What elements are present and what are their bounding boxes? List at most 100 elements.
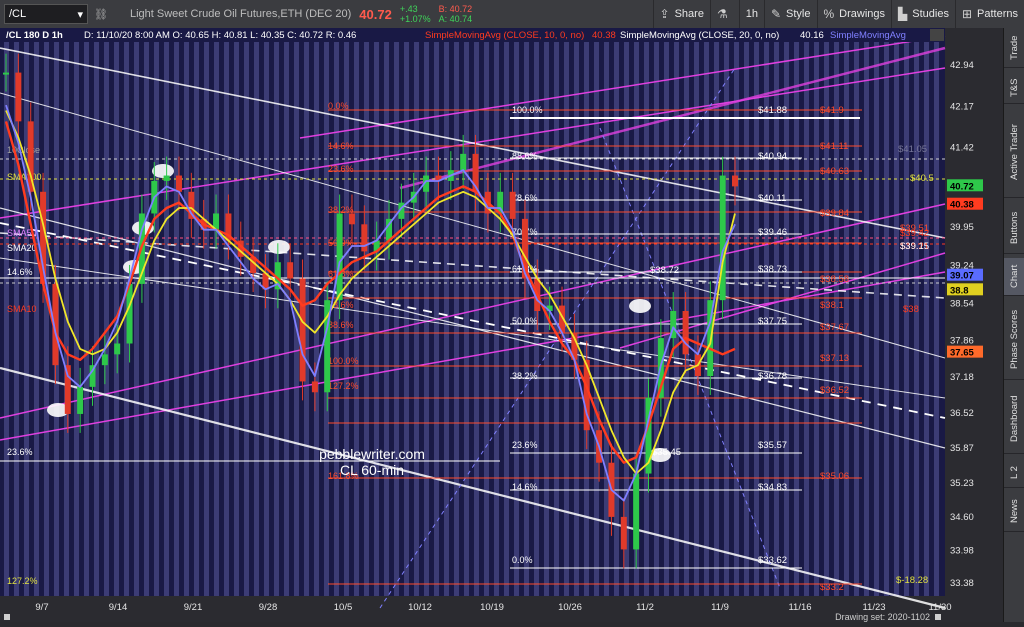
session-stripe [344,28,349,596]
last-price: 40.72 [359,6,392,22]
zoom-handle-left[interactable] [4,614,10,620]
price-tag-label: 40.72 [950,181,974,192]
studies-icon: ▙ [898,7,908,21]
session-stripe [624,28,629,596]
studies-button[interactable]: ▙ Studies [891,0,955,28]
fib-value-red: $39.84 [820,208,849,219]
y-tick-label: 39.95 [950,222,974,233]
candle-body [287,262,294,279]
fib-value-white: $35.57 [758,440,787,451]
fib-value-red: $38.58 [820,274,849,285]
study-label-sma10: SimpleMovingAvg (CLOSE, 10, 0, no) [425,30,584,41]
candle-body [682,310,689,355]
price-tag-label: 39.07 [950,271,974,282]
session-stripe [884,28,889,596]
candle-body [15,72,22,122]
fib-value-white: $33.62 [758,555,787,566]
session-stripe [214,28,219,596]
left-study-label: SMA100 [7,172,42,182]
session-stripe [94,28,99,596]
watermark-caption: CL 60-min [340,462,404,478]
fib-pct-label-red: 100.0% [328,356,359,366]
fib-pct-label-white: 0.0% [512,555,533,565]
sidebar-tab-buttons[interactable]: Buttons [1004,202,1024,254]
patterns-label: Patterns [977,8,1018,20]
study-label-sma50: SimpleMovingAvg [830,30,906,41]
session-stripe [444,28,449,596]
fib-pct-label-white: 23.6% [512,440,538,450]
session-stripe [384,28,389,596]
session-stripe [174,28,179,596]
flask-button[interactable]: ⚗ [709,0,739,28]
sidebar-tab-l-2[interactable]: L 2 [1004,458,1024,488]
candle-body [336,213,343,301]
sidebar-tab-active-trader[interactable]: Active Trader [1004,108,1024,198]
studies-label: Studies [912,8,949,20]
drawings-label: Drawings [839,8,886,20]
y-tick-label: 35.23 [950,478,974,489]
fib-value-red: $35.06 [820,471,849,482]
ohlc-readout: D: 11/10/20 8:00 AM O: 40.65 H: 40.81 L:… [84,30,356,41]
style-icon: ✎ [770,7,782,21]
candle-body [114,343,121,355]
candle-body [64,365,71,414]
touch-marker [268,240,290,254]
sidebar-tab-chart[interactable]: Chart [1004,258,1024,296]
style-button[interactable]: ✎ Style [763,0,817,28]
session-stripe [84,28,89,596]
timeframe-button[interactable]: 1h [738,0,764,28]
price-annotation: $40.5 [910,173,934,184]
study-value-sma20: 40.16 [800,30,824,41]
symbol-link-icon[interactable]: ⛓ [94,8,108,21]
price-annotation: $38 [903,304,919,315]
session-stripe [594,28,599,596]
price-annotation: $39.15 [900,241,929,252]
symbol-input[interactable]: /CL ▾ [4,4,88,24]
share-button[interactable]: ⇪ Share [652,0,710,28]
x-tick-label: 9/28 [259,602,278,613]
fib-value-red: $37.67 [820,322,849,333]
patterns-button[interactable]: ⊞ Patterns [954,0,1024,28]
x-tick-label: 10/5 [334,602,353,613]
session-stripe [74,28,79,596]
x-tick-label: 11/30 [928,602,951,613]
fib-value-white: $37.75 [758,316,787,327]
sidebar-tab-t-s[interactable]: T&S [1004,72,1024,104]
chevron-down-icon[interactable]: ▾ [77,8,83,21]
fib-pct-label-red: 23.6% [328,164,354,174]
fib-pct-label-white: 14.6% [512,482,538,492]
left-study-label: SMA10 [7,304,37,314]
session-stripe [264,28,269,596]
flask-icon: ⚗ [716,7,728,21]
candle-body [633,473,640,550]
sidebar-tab-trade[interactable]: Trade [1004,28,1024,68]
candle-body [3,72,9,75]
symbol-text: /CL [9,8,27,20]
y-tick-label: 42.17 [950,102,974,113]
study-label-sma20: SimpleMovingAvg (CLOSE, 20, 0, no) [620,30,779,41]
chart-svg[interactable]: 0.0%14.6%23.6%38.2%50.0%61.8%78.6%88.6%1… [0,28,1003,622]
session-stripe [394,28,399,596]
sidebar-tab-phase-scores[interactable]: Phase Scores [1004,300,1024,380]
fib-value-white: $39.46 [758,227,787,238]
left-study-label: 127.2% [7,576,38,586]
session-stripe [314,28,319,596]
price-tag-label: 38.8 [950,285,969,296]
pct-change: +1.07% [399,14,431,24]
drawings-button[interactable]: % Drawings [816,0,892,28]
drawing-set-label: Drawing set: 2020-1102 [835,612,930,622]
session-stripe [194,28,199,596]
touch-marker [152,164,174,178]
x-tick-label: 11/2 [636,602,654,613]
chart-area[interactable]: 0.0%14.6%23.6%38.2%50.0%61.8%78.6%88.6%1… [0,28,1003,622]
timeframe-label: 1h [745,8,758,20]
session-stripe [894,28,899,596]
sidebar-tab-news[interactable]: News [1004,492,1024,532]
candle-body [101,354,108,366]
session-stripe [814,28,819,596]
header-scroll-button[interactable] [930,29,944,41]
y-tick-label: 37.18 [950,372,974,383]
zoom-handle-right[interactable] [935,614,941,620]
sidebar-tab-dashboard[interactable]: Dashboard [1004,384,1024,454]
y-tick-label: 42.94 [950,60,974,71]
